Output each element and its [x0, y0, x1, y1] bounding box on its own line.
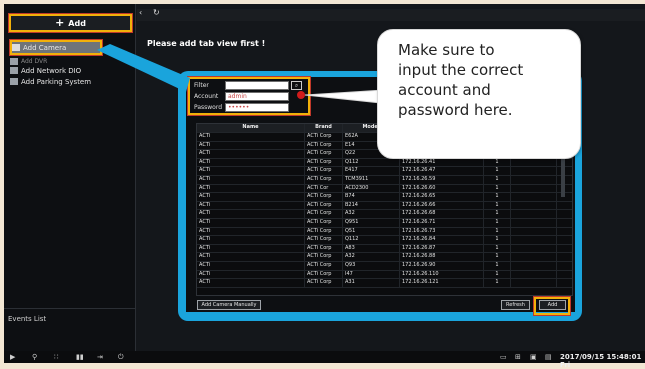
drive-icon[interactable]: ▭: [500, 353, 507, 361]
callout-line: input the correct: [398, 61, 524, 79]
monitor-icon[interactable]: ▣: [530, 353, 537, 361]
callout-line: password here.: [398, 101, 513, 119]
layout-icon[interactable]: ∷: [54, 353, 58, 361]
callout-line: account and: [398, 81, 491, 99]
callout-text: Make sure to input the correct account a…: [398, 40, 523, 120]
export-icon[interactable]: ⇥: [97, 353, 103, 361]
record-icon[interactable]: ▮▮: [76, 353, 84, 361]
network-icon[interactable]: ⊞: [515, 353, 521, 361]
status-bar: ▶ ⚲ ∷ ▮▮ ⇥ ⏻ ▭ ⊞ ▣ ▤ 2017/09/15 15:48:01…: [4, 351, 645, 369]
datetime: 2017/09/15 15:48:01 Fri: [560, 353, 642, 369]
callout-line: Make sure to: [398, 41, 495, 59]
ptz-icon[interactable]: ⚲: [32, 353, 37, 361]
screen-icon[interactable]: ▤: [545, 353, 552, 361]
play-icon[interactable]: ▶: [10, 353, 15, 361]
power-icon[interactable]: ⏻: [118, 353, 124, 362]
